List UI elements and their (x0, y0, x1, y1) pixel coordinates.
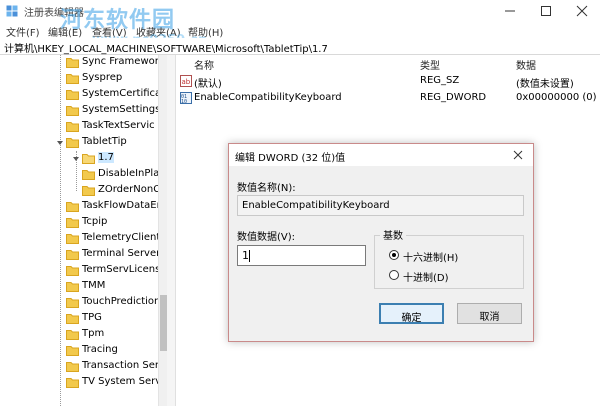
tree-item-label: TMM (82, 280, 106, 291)
menu-file[interactable]: 文件(F) (6, 24, 40, 39)
binary-value-icon: 01 10 (180, 92, 192, 104)
value-name: (默认) (194, 79, 222, 90)
value-data-label: 数值数据(V): (237, 232, 296, 243)
folder-icon (66, 74, 79, 84)
collapse-arrow-icon[interactable] (56, 139, 64, 147)
registry-editor-window: 注册表编辑器 河东软件园 文件(F) 编辑(E) 查看(V) 收藏夹(A) 帮助… (0, 0, 600, 406)
folder-icon (66, 362, 79, 372)
minimize-button[interactable] (492, 0, 528, 22)
minimize-icon (505, 10, 515, 12)
value-row[interactable]: ab (默认) REG_SZ (数值未设置) (176, 73, 600, 90)
folder-icon (66, 378, 79, 388)
string-value-icon: ab (180, 75, 192, 87)
svg-text:10: 10 (181, 99, 187, 104)
cancel-button-label: 取消 (479, 312, 500, 323)
folder-icon (66, 330, 79, 340)
radix-label: 基数 (380, 227, 406, 242)
tree-item-label: TermServLicens (82, 264, 158, 275)
tree-item-label: TouchPrediction (82, 296, 158, 307)
folder-icon (82, 186, 95, 196)
ok-button[interactable]: 确定 (379, 303, 444, 324)
folder-icon (66, 58, 79, 68)
column-data[interactable]: 数据 (516, 57, 536, 72)
tree-item-label: TaskFlowDataEr (82, 200, 158, 211)
folder-icon (66, 346, 79, 356)
tree-item-label: SystemSettings (82, 104, 158, 115)
cancel-button[interactable]: 取消 (457, 303, 522, 324)
tree-item-label: ZOrderNonC (98, 184, 158, 195)
tree-item-label: TPG (82, 312, 102, 323)
collapse-arrow-icon[interactable] (72, 155, 80, 163)
value-data: 0x00000000 (0) (516, 92, 597, 103)
column-type[interactable]: 类型 (420, 57, 440, 72)
value-row[interactable]: 01 10 EnableCompatibilityKeyboard REG_DW… (176, 90, 600, 106)
value-type: REG_SZ (420, 75, 460, 86)
value-name-text: EnableCompatibilityKeyboard (242, 200, 390, 211)
tree-item-label: Sysprep (82, 72, 123, 83)
menu-edit[interactable]: 编辑(E) (48, 24, 82, 39)
tree-item-label: TV System Serv (82, 376, 158, 387)
value-name-label: 数值名称(N): (237, 183, 296, 194)
decimal-radio-label[interactable]: 十进制(D) (403, 269, 449, 284)
tree-item-label: Tracing (82, 344, 118, 355)
value-data-text: 1 (242, 249, 249, 262)
dialog-title-bar[interactable]: 编辑 DWORD (32 位)值 (229, 144, 533, 166)
folder-icon (82, 170, 95, 180)
value-name-field: EnableCompatibilityKeyboard (237, 195, 524, 216)
key-tree[interactable]: Sync Framework Sysprep SystemCertificat … (0, 55, 158, 406)
folder-icon (66, 122, 79, 132)
hex-radio-label[interactable]: 十六进制(H) (403, 249, 458, 264)
value-data-input[interactable]: 1 (237, 245, 366, 266)
edit-dword-dialog: 编辑 DWORD (32 位)值 数值名称(N): EnableCompatib… (228, 143, 534, 342)
value-data: (数值未设置) (516, 79, 574, 90)
pane-splitter[interactable] (167, 55, 176, 406)
text-caret (249, 250, 250, 262)
dialog-title: 编辑 DWORD (32 位)值 (235, 153, 346, 164)
title-bar[interactable]: 注册表编辑器 河东软件园 (0, 0, 600, 33)
tree-guide-line (60, 55, 61, 406)
folder-icon (66, 218, 79, 228)
tree-item-label: Tpm (82, 328, 105, 339)
folder-icon (66, 90, 79, 100)
folder-icon (66, 106, 79, 116)
folder-icon (66, 298, 79, 308)
hex-radio[interactable] (389, 250, 399, 260)
dialog-close-icon[interactable] (511, 148, 525, 162)
regedit-icon (6, 5, 18, 17)
decimal-radio[interactable] (389, 270, 399, 280)
tree-item-label: Terminal Server (82, 248, 158, 259)
folder-icon (66, 314, 79, 324)
address-path[interactable]: 计算机\HKEY_LOCAL_MACHINE\SOFTWARE\Microsof… (4, 40, 328, 55)
maximize-button[interactable] (528, 0, 564, 22)
tree-item-label: TaskTextServic (82, 120, 155, 131)
folder-icon (66, 202, 79, 212)
tree-item-label: Sync Framework (82, 56, 158, 67)
tree-item-label: DisableInPla (98, 168, 158, 179)
value-name: EnableCompatibilityKeyboard (194, 92, 342, 103)
svg-text:ab: ab (182, 78, 191, 86)
tree-item-label: TabletTip (82, 136, 127, 147)
column-name[interactable]: 名称 (194, 57, 214, 72)
tree-scrollbar-thumb[interactable] (160, 295, 167, 351)
close-button[interactable] (564, 0, 600, 22)
ok-button-label: 确定 (401, 313, 422, 324)
folder-icon (66, 266, 79, 276)
tree-item-label: Tcpip (82, 216, 108, 227)
address-bar[interactable]: 计算机\HKEY_LOCAL_MACHINE\SOFTWARE\Microsof… (0, 38, 600, 55)
value-type: REG_DWORD (420, 92, 487, 103)
maximize-icon (541, 6, 551, 16)
tree-item-label: 1.7 (98, 152, 114, 163)
folder-icon (66, 282, 79, 292)
folder-icon (66, 250, 79, 260)
open-folder-icon (82, 154, 95, 164)
folder-icon (66, 234, 79, 244)
tree-item-label: Transaction Ser (82, 360, 158, 371)
tree-item-label: SystemCertificat (82, 88, 158, 99)
close-icon (576, 5, 588, 17)
menu-bar: 文件(F) 编辑(E) 查看(V) 收藏夹(A) 帮助(H) (0, 22, 600, 39)
tree-item-label: TelemetryClient (82, 232, 158, 243)
folder-icon (66, 138, 79, 148)
